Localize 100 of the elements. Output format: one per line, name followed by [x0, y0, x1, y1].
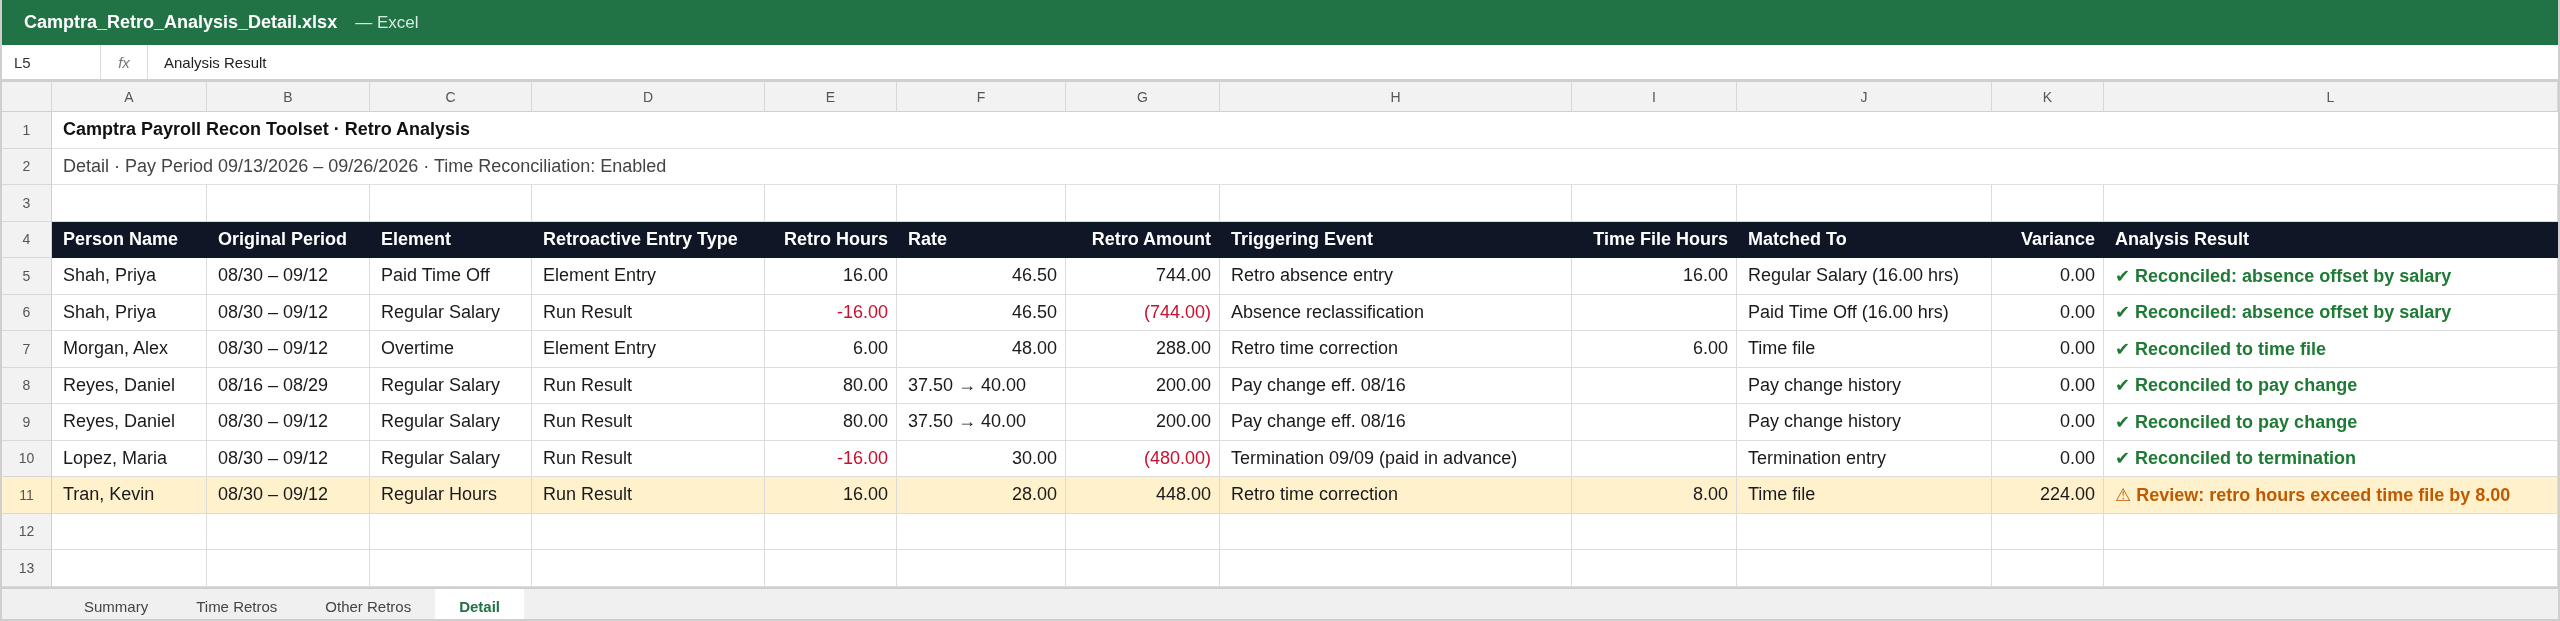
column-header[interactable]: E	[765, 82, 897, 112]
row-number[interactable]: 12	[2, 513, 52, 550]
row-number[interactable]: 10	[2, 440, 52, 477]
table-cell: 46.50	[897, 258, 1066, 295]
name-box[interactable]: L5	[2, 45, 101, 79]
header-cell: Person Name	[52, 221, 207, 258]
column-header[interactable]: K	[1992, 82, 2104, 112]
empty-cell[interactable]	[1737, 550, 1992, 587]
empty-cell[interactable]	[1572, 294, 1737, 331]
table-cell: Run Result	[532, 477, 765, 514]
empty-cell[interactable]	[1992, 513, 2104, 550]
table-cell: Retro absence entry	[1220, 258, 1572, 295]
sheet-tab[interactable]: Detail	[435, 588, 525, 619]
row-number[interactable]: 5	[2, 258, 52, 295]
empty-cell[interactable]	[897, 513, 1066, 550]
column-header[interactable]: F	[897, 82, 1066, 112]
empty-cell[interactable]	[370, 185, 532, 222]
header-cell: Original Period	[207, 221, 370, 258]
table-cell: Absence reclassification	[1220, 294, 1572, 331]
empty-cell[interactable]	[1737, 185, 1992, 222]
empty-cell[interactable]	[2104, 185, 2558, 222]
column-header[interactable]: B	[207, 82, 370, 112]
table-cell: Shah, Priya	[52, 294, 207, 331]
table-cell: Run Result	[532, 294, 765, 331]
table-cell: 16.00	[1572, 258, 1737, 295]
table-cell: 80.00	[765, 404, 897, 441]
row-number[interactable]: 3	[2, 185, 52, 222]
empty-cell[interactable]	[1220, 550, 1572, 587]
row-number[interactable]: 2	[2, 148, 52, 185]
row-number[interactable]: 13	[2, 550, 52, 587]
empty-cell[interactable]	[1220, 185, 1572, 222]
table-cell: Morgan, Alex	[52, 331, 207, 368]
table-cell: Paid Time Off (16.00 hrs)	[1737, 294, 1992, 331]
empty-cell[interactable]	[1992, 550, 2104, 587]
empty-cell[interactable]	[1572, 185, 1737, 222]
empty-cell[interactable]	[765, 513, 897, 550]
formula-field[interactable]: Analysis Result	[148, 45, 267, 79]
table-cell: 0.00	[1992, 404, 2104, 441]
table-cell: 08/30 – 09/12	[207, 331, 370, 368]
empty-cell[interactable]	[207, 550, 370, 587]
empty-cell[interactable]	[897, 550, 1066, 587]
empty-cell[interactable]	[1066, 513, 1220, 550]
sheet-title: Camptra Payroll Recon Toolset · Retro Analysis	[52, 112, 2558, 149]
empty-cell[interactable]	[532, 185, 765, 222]
empty-cell[interactable]	[370, 550, 532, 587]
empty-cell[interactable]	[1572, 367, 1737, 404]
empty-cell[interactable]	[207, 185, 370, 222]
table-cell: 48.00	[897, 331, 1066, 368]
row-number[interactable]: 7	[2, 331, 52, 368]
table-cell: Pay change eff. 08/16	[1220, 367, 1572, 404]
empty-cell[interactable]	[532, 513, 765, 550]
table-cell: Time file	[1737, 477, 1992, 514]
header-cell: Retroactive Entry Type	[532, 221, 765, 258]
sheet-tab[interactable]: Summary	[60, 588, 173, 619]
empty-cell[interactable]	[532, 550, 765, 587]
table-cell: Run Result	[532, 367, 765, 404]
empty-cell[interactable]	[2104, 550, 2558, 587]
table-cell: 08/30 – 09/12	[207, 294, 370, 331]
select-all-corner[interactable]	[2, 82, 52, 112]
row-number[interactable]: 6	[2, 294, 52, 331]
row-number[interactable]: 4	[2, 221, 52, 258]
empty-cell[interactable]	[207, 513, 370, 550]
table-cell: 0.00	[1992, 294, 2104, 331]
column-header[interactable]: L	[2104, 82, 2558, 112]
table-cell: 16.00	[765, 477, 897, 514]
sheet-tab[interactable]: Time Retros	[172, 588, 302, 619]
row-number[interactable]: 11	[2, 477, 52, 514]
empty-cell[interactable]	[765, 185, 897, 222]
table-cell: 08/16 – 08/29	[207, 367, 370, 404]
empty-cell[interactable]	[1992, 185, 2104, 222]
empty-cell[interactable]	[1572, 550, 1737, 587]
table-cell: ✔ Reconciled to time file	[2104, 331, 2558, 368]
empty-cell[interactable]	[897, 185, 1066, 222]
empty-cell[interactable]	[370, 513, 532, 550]
column-header[interactable]: G	[1066, 82, 1220, 112]
table-cell: 8.00	[1572, 477, 1737, 514]
table-cell: 224.00	[1992, 477, 2104, 514]
empty-cell[interactable]	[765, 550, 897, 587]
row-number[interactable]: 1	[2, 112, 52, 149]
column-header[interactable]: H	[1220, 82, 1572, 112]
empty-cell[interactable]	[1066, 185, 1220, 222]
empty-cell[interactable]	[1572, 513, 1737, 550]
column-header[interactable]: J	[1737, 82, 1992, 112]
empty-cell[interactable]	[1220, 513, 1572, 550]
file-name: Camptra_Retro_Analysis_Detail.xlsx	[24, 12, 338, 33]
empty-cell[interactable]	[2104, 513, 2558, 550]
column-header[interactable]: C	[370, 82, 532, 112]
table-cell: Paid Time Off	[370, 258, 532, 295]
table-cell: 37.50 → 40.00	[897, 404, 1066, 441]
empty-cell[interactable]	[1572, 404, 1737, 441]
column-header[interactable]: D	[532, 82, 765, 112]
empty-cell[interactable]	[1066, 550, 1220, 587]
row-number[interactable]: 9	[2, 404, 52, 441]
table-cell: Element Entry	[532, 258, 765, 295]
table-cell: 6.00	[1572, 331, 1737, 368]
row-number[interactable]: 8	[2, 367, 52, 404]
column-header[interactable]: A	[52, 82, 207, 112]
empty-cell[interactable]	[1737, 513, 1992, 550]
column-header[interactable]: I	[1572, 82, 1737, 112]
sheet-tab[interactable]: Other Retros	[301, 588, 436, 619]
